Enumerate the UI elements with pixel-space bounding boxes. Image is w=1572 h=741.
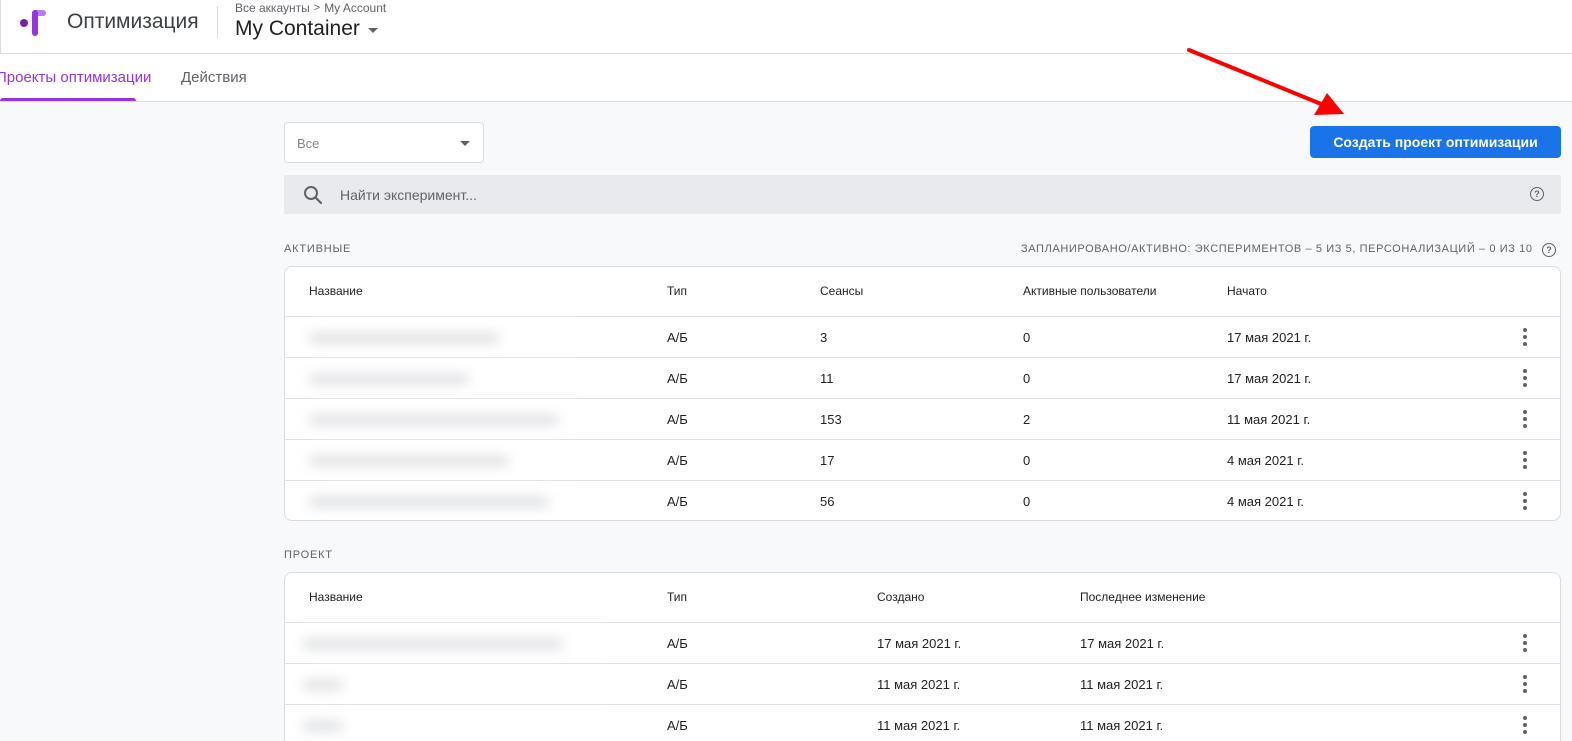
row-sessions: 3	[820, 330, 828, 345]
redacted-experiment-name	[309, 405, 579, 435]
row-sessions: 56	[820, 494, 835, 509]
row-type: А/Б	[667, 494, 688, 509]
row-sessions: 153	[820, 412, 842, 427]
row-type: А/Б	[667, 453, 688, 468]
status-filter-select[interactable]: Все	[284, 122, 484, 163]
table-row[interactable]: А/Б 17 мая 2021 г. 17 мая 2021 г.	[285, 622, 1560, 663]
redacted-experiment-name	[303, 711, 608, 741]
table-header: Название Тип Сеансы Активные пользовател…	[285, 267, 1560, 316]
row-last-modified: 11 мая 2021 г.	[1080, 677, 1164, 692]
row-active-users: 0	[1023, 371, 1031, 386]
header-divider	[217, 6, 218, 38]
row-last-modified: 17 мая 2021 г.	[1080, 636, 1165, 651]
breadcrumb-all-accounts[interactable]: Все аккаунты	[235, 1, 310, 15]
row-started: 17 мая 2021 г.	[1227, 371, 1312, 386]
active-experiments-table: Название Тип Сеансы Активные пользовател…	[284, 266, 1561, 521]
quota-help-icon[interactable]: ?	[1542, 243, 1556, 257]
redacted-experiment-name	[303, 629, 608, 659]
table-row[interactable]: А/Б 3 0 17 мая 2021 г.	[285, 316, 1560, 357]
breadcrumb-account[interactable]: My Account	[324, 1, 386, 15]
column-header-started[interactable]: Начато	[1227, 284, 1267, 298]
column-header-last-modified[interactable]: Последнее изменение	[1080, 590, 1205, 604]
row-sessions: 11	[820, 371, 834, 386]
table-row[interactable]: А/Б 56 0 4 мая 2021 г.	[285, 480, 1560, 520]
row-type: А/Б	[667, 636, 688, 651]
row-active-users: 0	[1023, 453, 1031, 468]
create-experience-button[interactable]: Создать проект оптимизации	[1310, 126, 1561, 158]
row-type: А/Б	[667, 718, 688, 733]
column-header-sessions[interactable]: Сеансы	[820, 284, 863, 298]
search-help-icon[interactable]: ?	[1530, 187, 1544, 201]
table-row[interactable]: А/Б 11 мая 2021 г. 11 мая 2021 г.	[285, 663, 1560, 704]
column-header-type[interactable]: Тип	[667, 284, 687, 298]
row-type: А/Б	[667, 371, 688, 386]
row-started: 4 мая 2021 г.	[1227, 494, 1304, 509]
table-row[interactable]: А/Б 11 0 17 мая 2021 г.	[285, 357, 1560, 398]
row-sessions: 17	[820, 453, 835, 468]
row-started: 4 мая 2021 г.	[1227, 453, 1304, 468]
annotation-arrow-icon	[1187, 48, 1344, 115]
container-switcher[interactable]: My Container	[235, 17, 378, 41]
row-created: 17 мая 2021 г.	[877, 636, 962, 651]
more-options-icon[interactable]	[1522, 369, 1528, 387]
row-active-users: 0	[1023, 330, 1031, 345]
column-header-name[interactable]: Название	[309, 284, 363, 298]
more-options-icon[interactable]	[1522, 634, 1528, 652]
table-header: Название Тип Создано Последнее изменение	[285, 573, 1560, 622]
row-active-users: 2	[1023, 412, 1031, 427]
breadcrumb-separator: >	[313, 2, 321, 14]
row-last-modified: 11 мая 2021 г.	[1080, 718, 1164, 733]
row-type: А/Б	[667, 677, 688, 692]
column-header-name[interactable]: Название	[309, 590, 363, 604]
draft-experiments-table: Название Тип Создано Последнее изменение…	[284, 572, 1561, 741]
more-options-icon[interactable]	[1522, 328, 1528, 346]
experiment-search-bar: ?	[284, 175, 1561, 214]
dropdown-arrow-icon	[460, 141, 470, 146]
more-options-icon[interactable]	[1522, 716, 1528, 734]
more-options-icon[interactable]	[1522, 675, 1528, 693]
row-started: 17 мая 2021 г.	[1227, 330, 1312, 345]
column-header-type[interactable]: Тип	[667, 590, 687, 604]
column-header-created[interactable]: Создано	[877, 590, 924, 604]
table-row[interactable]: А/Б 153 2 11 мая 2021 г.	[285, 398, 1560, 439]
experiment-quota-text: ЗАПЛАНИРОВАНО/АКТИВНО: ЭКСПЕРИМЕНТОВ – 5…	[1021, 243, 1533, 255]
more-options-icon[interactable]	[1522, 410, 1528, 428]
row-created: 11 мая 2021 г.	[877, 677, 961, 692]
optimize-logo-icon	[20, 10, 46, 36]
row-active-users: 0	[1023, 494, 1031, 509]
section-title-active: АКТИВНЫЕ	[284, 243, 352, 255]
dropdown-arrow-icon	[367, 28, 378, 33]
active-tab-indicator	[0, 98, 136, 101]
tab-activity[interactable]: Действия	[181, 69, 247, 86]
tab-optimization-projects[interactable]: Проекты оптимизации	[0, 69, 151, 86]
redacted-experiment-name	[303, 670, 608, 700]
redacted-experiment-name	[309, 446, 579, 476]
more-options-icon[interactable]	[1522, 451, 1528, 469]
row-type: А/Б	[667, 412, 688, 427]
breadcrumb: Все аккаунты > My Account	[235, 1, 386, 15]
container-name: My Container	[235, 17, 360, 40]
product-name: Оптимизация	[67, 10, 199, 33]
filter-selected-value: Все	[297, 136, 320, 151]
table-row[interactable]: А/Б 17 0 4 мая 2021 г.	[285, 439, 1560, 480]
row-created: 11 мая 2021 г.	[877, 718, 961, 733]
section-title-draft: ПРОЕКТ	[284, 549, 333, 561]
more-options-icon[interactable]	[1522, 492, 1528, 510]
redacted-experiment-name	[309, 487, 579, 517]
search-icon	[304, 186, 323, 205]
row-started: 11 мая 2021 г.	[1227, 412, 1311, 427]
table-row[interactable]: А/Б 11 мая 2021 г. 11 мая 2021 г.	[285, 704, 1560, 741]
row-type: А/Б	[667, 330, 688, 345]
column-header-active-users[interactable]: Активные пользователи	[1023, 284, 1156, 298]
window-edge	[0, 0, 1, 54]
redacted-experiment-name	[309, 323, 579, 353]
redacted-experiment-name	[309, 364, 579, 394]
search-input[interactable]	[340, 175, 1490, 214]
